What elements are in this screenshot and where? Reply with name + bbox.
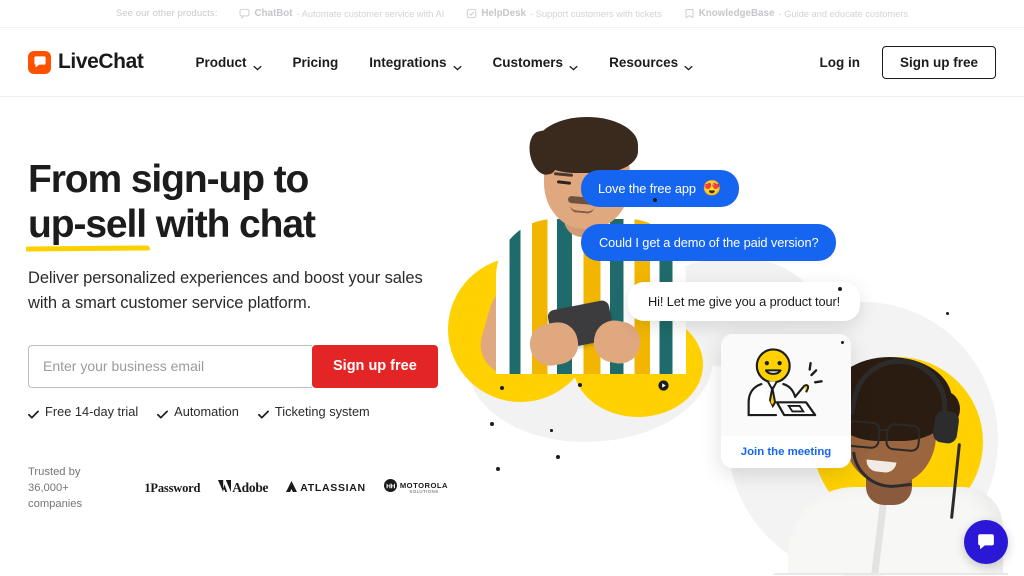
decor-dot bbox=[841, 341, 844, 344]
product-name: KnowledgeBase bbox=[698, 8, 775, 19]
logo-1password: 1Password bbox=[144, 480, 201, 495]
atlassian-mark-icon bbox=[286, 479, 298, 497]
page-title: From sign-up to up-sell with chat bbox=[28, 157, 448, 247]
headline-line-2: up-sell with chat bbox=[28, 202, 316, 247]
decor-dot bbox=[550, 429, 553, 432]
adobe-mark-icon bbox=[218, 479, 232, 497]
perk-item: Automation bbox=[157, 404, 239, 419]
main-navigation: LiveChat Product Pricing Integrations Cu… bbox=[0, 28, 1024, 97]
agent-waving-illustration bbox=[721, 334, 851, 436]
headline-line-1: From sign-up to bbox=[28, 158, 309, 201]
nav-links: Product Pricing Integrations Customers R… bbox=[195, 54, 694, 71]
atlassian-wordmark: ATLASSIAN bbox=[300, 482, 366, 495]
chat-bubble-icon bbox=[239, 8, 250, 19]
perk-item: Ticketing system bbox=[257, 403, 370, 419]
chevron-down-icon bbox=[569, 59, 578, 71]
logo-atlassian: ATLASSIAN bbox=[286, 479, 366, 497]
join-meeting-button[interactable]: Join the meeting bbox=[721, 436, 851, 468]
logo-adobe: Adobe bbox=[218, 479, 269, 497]
play-dot-icon bbox=[658, 380, 669, 391]
decor-dot bbox=[578, 383, 582, 387]
social-proof: Trusted by 36,000+ companies 1Password A… bbox=[28, 464, 448, 513]
decor-dot bbox=[556, 455, 560, 459]
perk-label: Automation bbox=[174, 403, 239, 419]
nav-actions: Log in Sign up free bbox=[819, 45, 996, 79]
other-products-bar: See our other products: ChatBot - Automa… bbox=[0, 0, 1024, 28]
nav-item-product[interactable]: Product bbox=[195, 54, 262, 71]
hero-illustration: Love the free app 😍 Could I get a demo o… bbox=[438, 97, 1024, 576]
other-products-lead: See our other products: bbox=[115, 8, 218, 19]
login-link[interactable]: Log in bbox=[819, 55, 860, 70]
adobe-wordmark: Adobe bbox=[232, 480, 269, 496]
decor-dot bbox=[496, 467, 500, 471]
nav-signup-button[interactable]: Sign up free bbox=[881, 45, 996, 79]
nav-item-resources[interactable]: Resources bbox=[609, 54, 693, 71]
signup-free-button[interactable]: Sign up free bbox=[312, 344, 438, 388]
chat-launcher-button[interactable] bbox=[964, 520, 1008, 564]
chat-bubble-visitor-2: Could I get a demo of the paid version? bbox=[581, 224, 837, 261]
nav-item-customers[interactable]: Customers bbox=[492, 54, 579, 71]
product-desc: - Support customers with tickets bbox=[529, 8, 662, 19]
product-desc: - Automate customer service with AI bbox=[296, 8, 445, 19]
product-desc: - Guide and educate customers bbox=[778, 8, 909, 19]
perk-item: Free 14-day trial bbox=[28, 404, 138, 419]
perk-label: Free 14-day trial bbox=[45, 403, 139, 419]
motorola-mark-icon bbox=[383, 479, 397, 497]
nav-item-label: Customers bbox=[492, 54, 564, 70]
brand-name: LiveChat bbox=[58, 50, 144, 73]
heart-eyes-emoji-icon: 😍 bbox=[702, 180, 722, 197]
livechat-logo-icon bbox=[28, 50, 51, 74]
product-name: HelpDesk bbox=[481, 8, 526, 19]
perks-list: Free 14-day trial Automation Ticketing s… bbox=[28, 404, 448, 419]
product-name: ChatBot bbox=[254, 8, 293, 19]
chat-launcher-icon bbox=[976, 532, 996, 552]
chevron-down-icon bbox=[684, 59, 693, 71]
nav-item-label: Product bbox=[195, 54, 247, 70]
nav-item-label: Integrations bbox=[369, 54, 447, 70]
nav-item-label: Resources bbox=[609, 54, 679, 70]
product-link-helpdesk[interactable]: HelpDesk - Support customers with ticket… bbox=[466, 8, 662, 19]
chat-bubble-text: Could I get a demo of the paid version? bbox=[599, 235, 819, 250]
check-icon bbox=[257, 407, 269, 419]
decor-dot bbox=[490, 422, 494, 426]
chevron-down-icon bbox=[253, 59, 262, 71]
product-link-knowledgebase[interactable]: KnowledgeBase - Guide and educate custom… bbox=[684, 8, 908, 19]
email-field[interactable] bbox=[28, 344, 312, 388]
chevron-down-icon bbox=[453, 59, 462, 71]
nav-item-integrations[interactable]: Integrations bbox=[369, 54, 462, 71]
perk-label: Ticketing system bbox=[274, 403, 370, 419]
hero-section: From sign-up to up-sell with chat Delive… bbox=[0, 97, 1024, 576]
check-icon bbox=[157, 407, 169, 419]
join-meeting-card[interactable]: Join the meeting bbox=[721, 334, 851, 468]
ticket-check-icon bbox=[466, 8, 477, 19]
headline-line-2-rest: with chat bbox=[145, 203, 316, 247]
landing-page: See our other products: ChatBot - Automa… bbox=[0, 0, 1024, 576]
chat-bubble-agent-1: Hi! Let me give you a product tour! bbox=[628, 282, 861, 321]
customer-logos: 1Password Adobe ATLASSIAN MOTOROLA SOLUT… bbox=[144, 479, 448, 497]
chat-bubble-text: Hi! Let me give you a product tour! bbox=[648, 294, 841, 309]
decor-dot bbox=[500, 386, 504, 390]
nav-item-pricing[interactable]: Pricing bbox=[293, 55, 339, 70]
product-link-chatbot[interactable]: ChatBot - Automate customer service with… bbox=[239, 8, 444, 19]
chat-bubble-visitor-1: Love the free app 😍 bbox=[581, 170, 739, 207]
brand-logo-link[interactable]: LiveChat bbox=[28, 50, 144, 74]
decor-dot bbox=[838, 287, 842, 291]
headline-underlined-word: up-sell bbox=[28, 203, 147, 247]
nav-item-label: Pricing bbox=[292, 54, 339, 70]
decor-dot bbox=[653, 198, 657, 202]
hero-copy: From sign-up to up-sell with chat Delive… bbox=[28, 157, 448, 513]
hero-subheading: Deliver personalized experiences and boo… bbox=[28, 269, 423, 313]
trusted-by-label: Trusted by 36,000+ companies bbox=[28, 465, 83, 511]
book-icon bbox=[684, 8, 695, 19]
decor-dot bbox=[946, 312, 949, 315]
chat-bubble-text: Love the free app bbox=[598, 181, 696, 196]
check-icon bbox=[28, 407, 39, 419]
signup-form: Sign up free bbox=[28, 344, 448, 388]
